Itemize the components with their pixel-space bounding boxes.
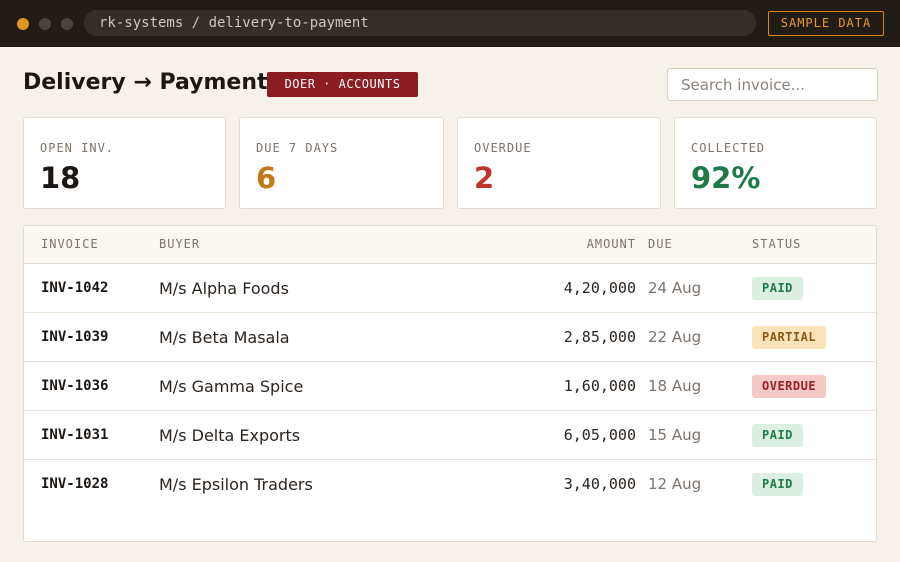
status-badge: PAID [752,473,803,496]
due-date: 24 Aug [648,279,702,297]
due-date: 18 Aug [648,377,702,395]
invoice-number[interactable]: INV-1036 [41,362,108,411]
title-bar: rk-systems / delivery-to-payment SAMPLE … [0,0,900,47]
table-row[interactable]: INV-1028 M/s Epsilon Traders 3,40,000 12… [24,460,876,509]
kpi-value: 92% [691,161,761,195]
invoice-table: INVOICE BUYER AMOUNT DUE STATUS INV-1042… [23,225,877,542]
buyer-name: M/s Beta Masala [159,328,290,347]
status-badge: PAID [752,277,803,300]
address-bar[interactable]: rk-systems / delivery-to-payment [84,10,756,36]
table-header: INVOICE BUYER AMOUNT DUE STATUS [24,226,876,264]
invoice-number[interactable]: INV-1039 [41,313,108,362]
column-header-due[interactable]: DUE [648,237,673,251]
kpi-label: OVERDUE [474,141,532,155]
column-header-invoice[interactable]: INVOICE [41,237,99,251]
page-title: Delivery → Payment [23,70,268,95]
table-row[interactable]: INV-1039 M/s Beta Masala 2,85,000 22 Aug… [24,313,876,362]
kpi-label: COLLECTED [691,141,766,155]
status-badge: PAID [752,424,803,447]
kpi-value: 6 [256,161,277,195]
kpi-card-collected: COLLECTED 92% [674,117,877,209]
window-dot-orange[interactable] [17,18,29,30]
kpi-value: 2 [474,161,495,195]
invoice-amount: 6,05,000 [563,426,636,444]
invoice-number[interactable]: INV-1031 [41,411,108,460]
column-header-buyer[interactable]: BUYER [159,237,200,251]
buyer-name: M/s Gamma Spice [159,377,304,396]
invoice-amount: 4,20,000 [563,279,636,297]
table-row[interactable]: INV-1042 M/s Alpha Foods 4,20,000 24 Aug… [24,264,876,313]
kpi-card-open-invoices: OPEN INV. 18 [23,117,226,209]
column-header-amount[interactable]: AMOUNT [587,237,636,251]
search-input[interactable] [667,68,878,101]
status-badge: OVERDUE [752,375,827,398]
kpi-card-overdue: OVERDUE 2 [457,117,661,209]
buyer-name: M/s Delta Exports [159,426,301,445]
table-row[interactable]: INV-1036 M/s Gamma Spice 1,60,000 18 Aug… [24,362,876,411]
kpi-card-due-7-days: DUE 7 DAYS 6 [239,117,444,209]
table-row[interactable]: INV-1031 M/s Delta Exports 6,05,000 15 A… [24,411,876,460]
due-date: 22 Aug [648,328,702,346]
column-header-status[interactable]: STATUS [752,237,801,251]
kpi-label: DUE 7 DAYS [256,141,339,155]
status-badge: PARTIAL [752,326,827,349]
buyer-name: M/s Epsilon Traders [159,475,313,494]
window-dot-gray[interactable] [39,18,51,30]
invoice-amount: 2,85,000 [563,328,636,346]
invoice-number[interactable]: INV-1042 [41,264,108,313]
sample-data-badge: SAMPLE DATA [768,11,884,36]
window-dot-gray-2[interactable] [61,18,73,30]
due-date: 15 Aug [648,426,702,444]
buyer-name: M/s Alpha Foods [159,279,289,298]
invoice-amount: 3,40,000 [563,475,636,493]
invoice-amount: 1,60,000 [563,377,636,395]
due-date: 12 Aug [648,475,702,493]
kpi-label: OPEN INV. [40,141,115,155]
kpi-value: 18 [40,161,81,195]
invoice-number[interactable]: INV-1028 [41,460,108,509]
role-badge: DOER · ACCOUNTS [267,72,418,97]
